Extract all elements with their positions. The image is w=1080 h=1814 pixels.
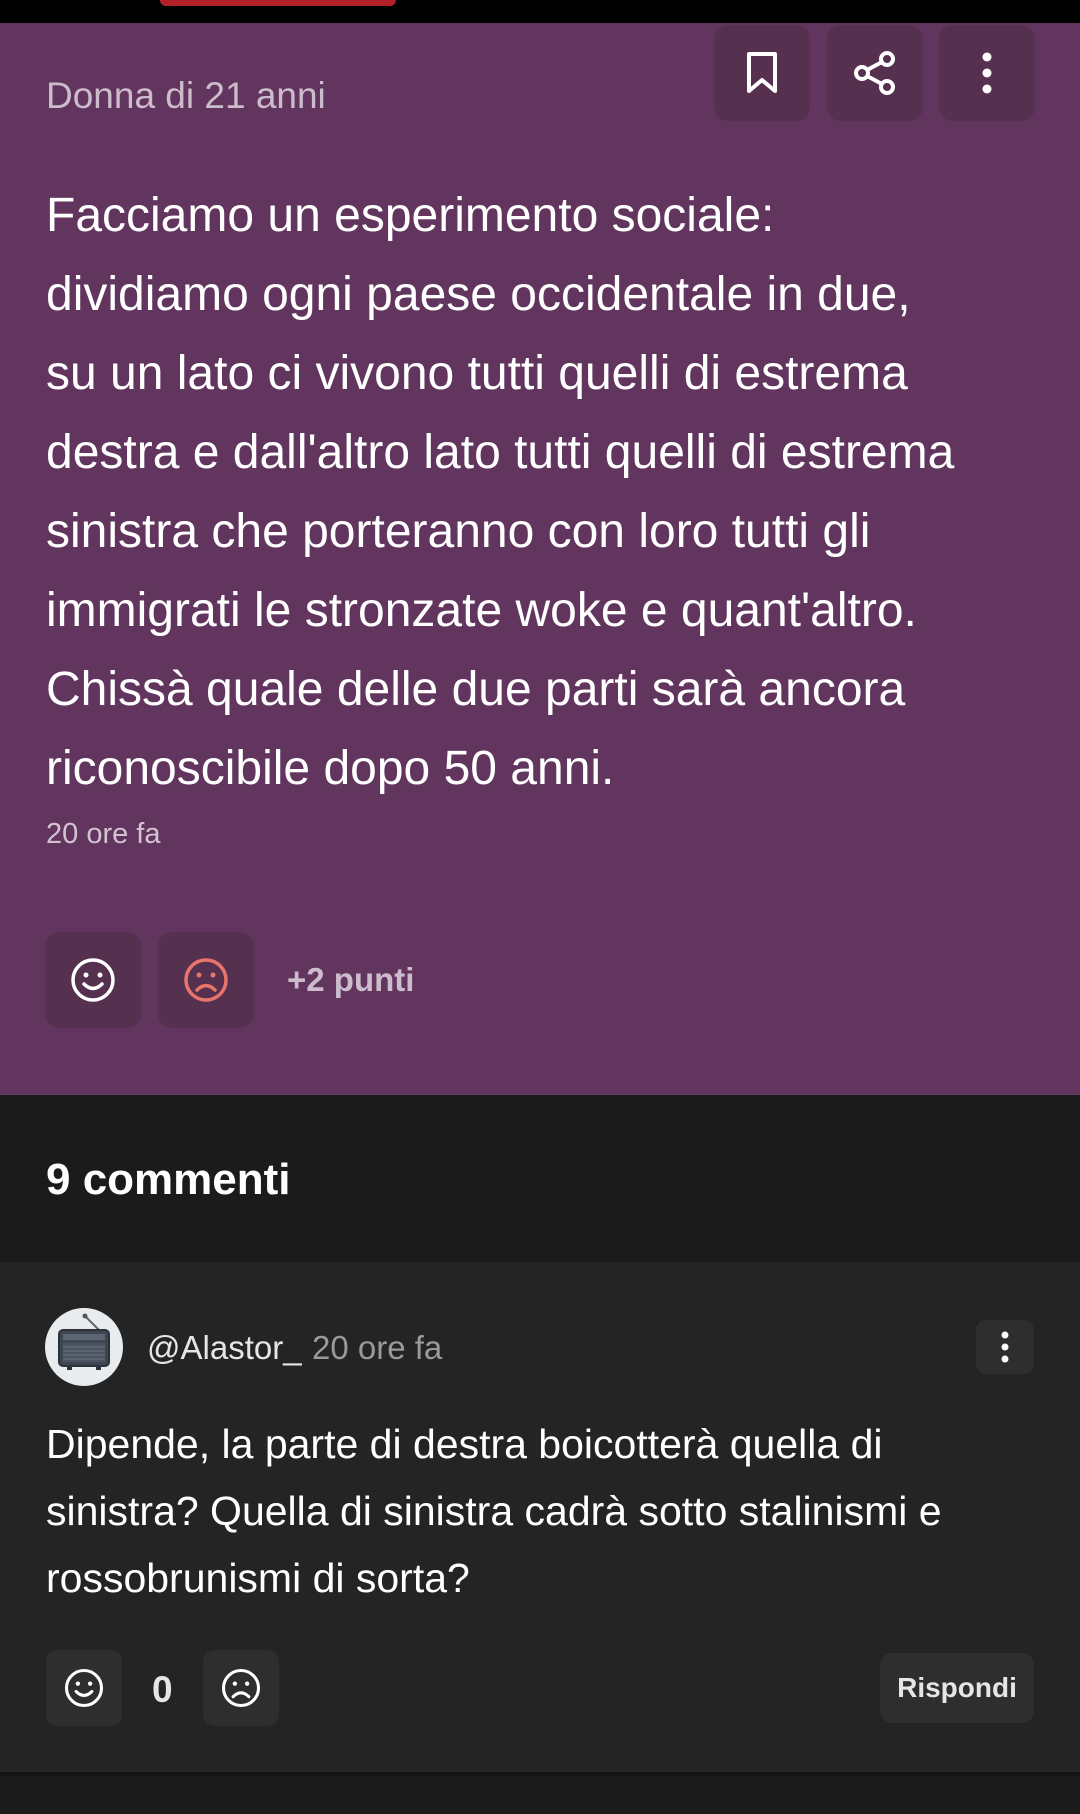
share-icon: [854, 51, 895, 95]
more-options-button[interactable]: [939, 25, 1035, 121]
more-vertical-icon: [1001, 1331, 1009, 1363]
comment-score: 0: [152, 1669, 173, 1710]
frown-icon: [184, 958, 228, 1002]
avatar[interactable]: [45, 1308, 123, 1386]
comments-header: 9 commenti: [0, 1095, 1080, 1260]
post-author: Donna di 21 anni: [46, 75, 326, 116]
like-button[interactable]: [45, 932, 141, 1028]
frown-icon: [221, 1668, 261, 1708]
comment-body: Dipende, la parte di destra boicotterà q…: [46, 1421, 942, 1601]
more-vertical-icon: [982, 52, 992, 94]
comment-like-button[interactable]: [46, 1650, 122, 1726]
share-button[interactable]: [827, 25, 923, 121]
post-card: Donna di 21 anni Facciamo un esperimento…: [0, 23, 1080, 1095]
dislike-button[interactable]: [158, 932, 254, 1028]
comment-more-button[interactable]: [976, 1320, 1034, 1374]
bookmark-icon: [747, 52, 777, 93]
post-points: +2 punti: [287, 961, 415, 998]
smile-icon: [71, 958, 115, 1002]
post-body: Facciamo un esperimento sociale: dividia…: [46, 189, 955, 795]
comment-item: @Alastor_ 20 ore fa Dipende, la parte di…: [0, 1262, 1080, 1772]
next-comment-edge: [0, 1772, 1080, 1814]
top-bar-accent: [160, 0, 396, 6]
top-bar: [0, 0, 1080, 23]
comment-timestamp: 20 ore fa: [312, 1329, 443, 1366]
bookmark-button[interactable]: [714, 25, 810, 121]
comment-dislike-button[interactable]: [203, 1650, 279, 1726]
comments-count: 9 commenti: [46, 1155, 291, 1204]
smile-icon: [64, 1668, 104, 1708]
post-timestamp: 20 ore fa: [46, 818, 161, 850]
reply-button[interactable]: Rispondi: [880, 1653, 1034, 1723]
radio-avatar-icon: [58, 1313, 110, 1370]
comment-username[interactable]: @Alastor_: [147, 1329, 302, 1367]
